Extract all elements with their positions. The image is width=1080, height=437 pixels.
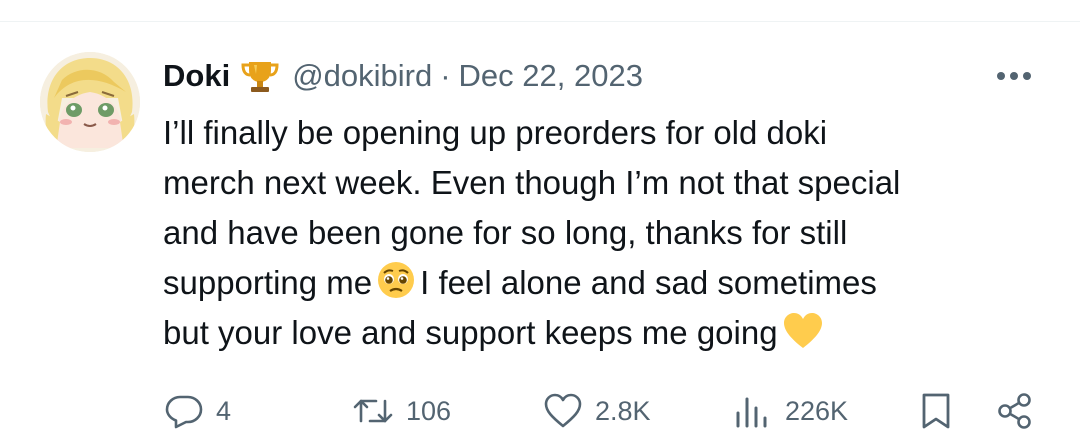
share-icon <box>995 392 1035 430</box>
like-icon <box>543 393 583 429</box>
more-options-icon[interactable] <box>992 62 1036 90</box>
repost-button[interactable]: 106 <box>352 390 451 432</box>
views-icon <box>733 393 773 429</box>
tweet-line: but your love and support keeps me going <box>163 308 1043 358</box>
trophy-icon <box>240 58 280 94</box>
repost-icon <box>352 393 394 429</box>
top-divider <box>0 21 1080 22</box>
tweet-line: merch next week. Even though I’m not tha… <box>163 164 901 201</box>
tweet-text-fragment: supporting me <box>163 264 373 301</box>
reply-count: 4 <box>216 395 232 426</box>
like-count: 2.8K <box>595 395 651 426</box>
tweet-line: and have been gone for so long, thanks f… <box>163 214 848 251</box>
tweet-line: supporting me I feel alone and sad somet… <box>163 258 1043 308</box>
tweet-body: I’ll finally be opening up preorders for… <box>163 108 1043 358</box>
bookmark-button[interactable] <box>918 390 954 432</box>
post-date[interactable]: Dec 22, 2023 <box>459 58 643 94</box>
pleading-face-emoji <box>376 260 416 314</box>
tweet-text-fragment: but your love and support keeps me going <box>163 314 778 351</box>
yellow-heart-emoji <box>782 312 824 364</box>
tweet-line: I’ll finally be opening up preorders for… <box>163 114 828 151</box>
views-button[interactable]: 226K <box>733 390 848 432</box>
reply-icon <box>164 393 204 429</box>
repost-count: 106 <box>406 395 452 426</box>
tweet-actions: 4 106 2.8K 226K <box>0 386 1080 436</box>
tweet-text-fragment: I feel alone and sad sometimes <box>420 264 877 301</box>
avatar[interactable] <box>40 52 140 152</box>
like-button[interactable]: 2.8K <box>543 390 651 432</box>
views-count: 226K <box>785 395 849 426</box>
bookmark-icon <box>918 392 954 430</box>
user-handle[interactable]: @dokibird <box>292 58 432 94</box>
tweet-header: Doki @dokibird · Dec 22, 2023 <box>163 56 643 96</box>
share-button[interactable] <box>995 390 1035 432</box>
display-name[interactable]: Doki <box>163 58 230 94</box>
reply-button[interactable]: 4 <box>164 390 231 432</box>
separator-dot: · <box>440 58 451 93</box>
